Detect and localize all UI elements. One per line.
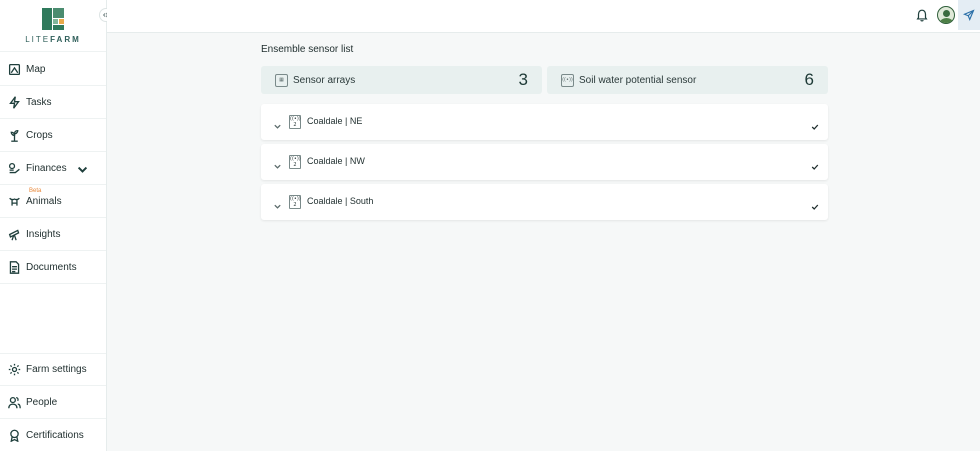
sidebar-item-animals[interactable]: Beta Animals (0, 185, 106, 218)
certificate-icon (10, 429, 19, 442)
document-icon (9, 260, 20, 274)
sidebar-item-people[interactable]: People (0, 386, 106, 419)
chevron-down-icon[interactable] (76, 163, 89, 176)
sensor-array-icon: ▦ (275, 73, 288, 87)
sidebar-item-label: People (26, 396, 58, 408)
chevron-down-icon[interactable] (273, 118, 282, 129)
people-icon (8, 396, 21, 408)
plant-icon (10, 129, 19, 142)
litefarm-logo[interactable]: LITEFARM (0, 0, 106, 52)
animal-icon (9, 197, 20, 206)
sidebar-item-documents[interactable]: Documents (0, 251, 106, 284)
sensor-array-icon: ((•)) 2 (289, 195, 301, 209)
sensor-icon: ((•)) (561, 73, 574, 87)
sensor-arrays-summary: ▦ Sensor arrays 3 (261, 66, 542, 94)
sidebar-item-label: Farm settings (26, 364, 87, 375)
check-icon (811, 158, 819, 170)
sensor-array-label: Coaldale | NW (307, 156, 365, 166)
sensor-array-icon: ((•)) 2 (289, 155, 301, 169)
send-feedback-button[interactable] (958, 0, 980, 30)
sidebar-item-label: Finances (26, 162, 67, 174)
chevron-down-icon[interactable] (273, 198, 282, 209)
sensor-array-row[interactable]: ((•)) 2 Coaldale | NE (261, 104, 828, 140)
sidebar-item-label: Map (26, 63, 46, 75)
page-title: Ensemble sensor list (261, 44, 354, 55)
sidebar: LITEFARM Map Tasks Crops Finances Beta A… (0, 0, 107, 451)
bell-icon[interactable] (915, 8, 929, 22)
sidebar-item-label: Tasks (26, 96, 52, 108)
finances-icon (8, 162, 20, 173)
sidebar-item-label: Certifications (26, 430, 84, 441)
sidebar-item-label: Crops (26, 129, 53, 141)
sidebar-item-label: Insights (26, 228, 61, 240)
sidebar-item-label: Documents (26, 261, 77, 273)
sensor-array-label: Coaldale | NE (307, 116, 363, 126)
sidebar-item-map[interactable]: Map (0, 53, 106, 86)
sidebar-item-insights[interactable]: Insights (0, 218, 106, 251)
sidebar-item-label: Animals (26, 195, 62, 207)
sensor-array-row[interactable]: ((•)) 2 Coaldale | NW (261, 144, 828, 180)
summary-label: Soil water potential sensor (579, 74, 697, 86)
sidebar-item-crops[interactable]: Crops (0, 119, 106, 152)
send-icon (963, 9, 975, 21)
sensor-array-row[interactable]: ((•)) 2 Coaldale | South (261, 184, 828, 220)
check-icon (811, 118, 819, 130)
summary-label: Sensor arrays (293, 74, 356, 86)
map-icon (8, 63, 21, 75)
telescope-icon (8, 229, 20, 240)
top-bar (107, 0, 980, 33)
sensor-array-icon: ((•)) 2 (289, 115, 301, 129)
chevron-down-icon[interactable] (273, 158, 282, 169)
sidebar-item-farm-settings[interactable]: Farm settings (0, 353, 106, 386)
check-icon (811, 198, 819, 210)
lightning-icon (9, 95, 20, 109)
soil-water-potential-summary: ((•)) Soil water potential sensor 6 (547, 66, 828, 94)
sidebar-item-certifications[interactable]: Certifications (0, 419, 106, 451)
logo-mark-icon (42, 7, 64, 30)
sensor-array-label: Coaldale | South (307, 196, 374, 206)
sidebar-item-finances[interactable]: Finances (0, 152, 106, 185)
avatar[interactable] (937, 6, 955, 24)
logo-text: LITEFARM (25, 34, 81, 44)
sidebar-item-tasks[interactable]: Tasks (0, 86, 106, 119)
beta-badge: Beta (29, 188, 42, 194)
gear-icon (8, 363, 21, 376)
summary-count: 6 (804, 70, 814, 89)
summary-count: 3 (518, 70, 528, 89)
